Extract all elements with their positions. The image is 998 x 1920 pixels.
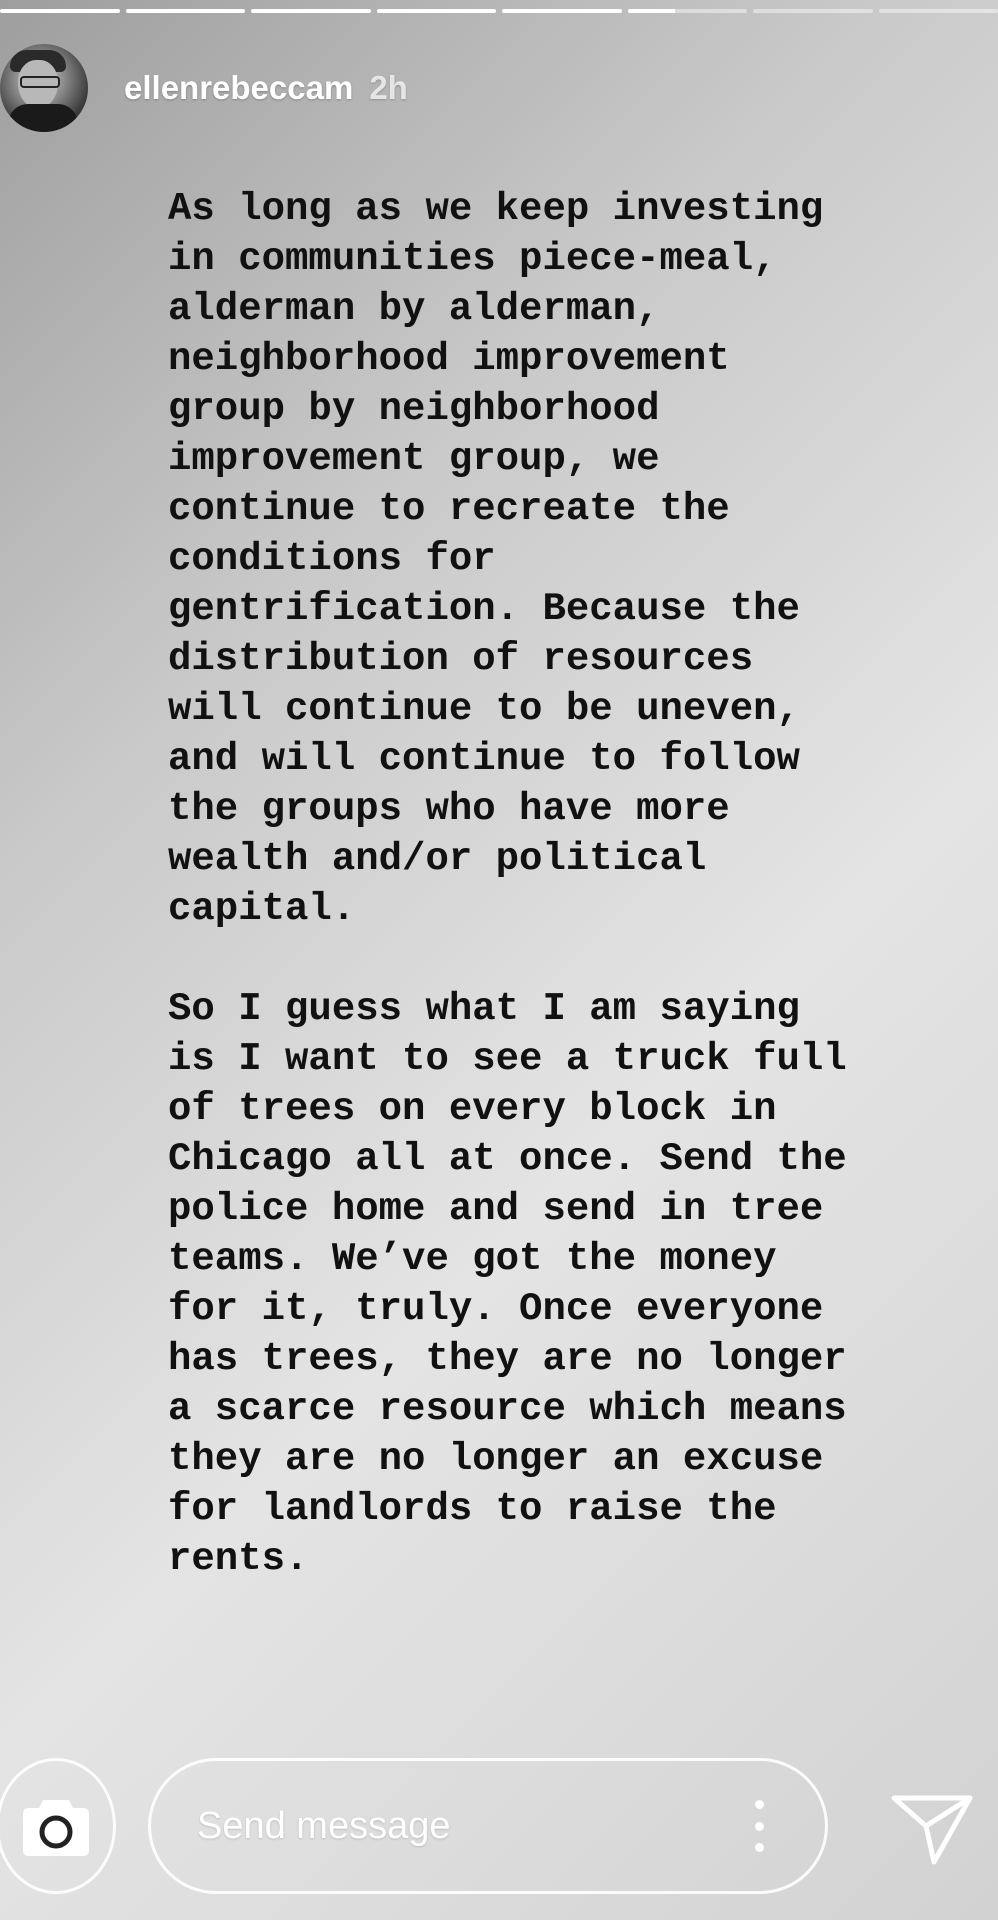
story-text: As long as we keep investing in communit… [168,184,868,1584]
send-message-input[interactable]: Send message [148,1758,828,1894]
story-paragraph: As long as we keep investing in communit… [168,187,824,931]
camera-button[interactable] [0,1758,116,1894]
progress-segment [376,9,496,13]
reply-bar: Send message [0,1756,998,1896]
progress-segment [753,9,873,13]
send-paper-plane-icon[interactable] [890,1790,974,1866]
progress-segment [502,9,622,13]
avatar[interactable] [0,44,88,132]
progress-segment [251,9,371,13]
post-time: 2h [369,69,408,106]
camera-icon [21,1794,91,1858]
story-progress-bar [0,9,998,14]
story-header: ellenrebeccam 2h [0,38,408,138]
progress-segment [0,9,120,13]
send-message-placeholder: Send message [197,1804,451,1847]
progress-segment [878,9,998,13]
username[interactable]: ellenrebeccam [124,69,353,107]
progress-segment [125,9,245,13]
more-vertical-icon[interactable] [749,1800,769,1852]
story-paragraph: So I guess what I am saying is I want to… [168,987,847,1581]
progress-segment [627,9,747,13]
